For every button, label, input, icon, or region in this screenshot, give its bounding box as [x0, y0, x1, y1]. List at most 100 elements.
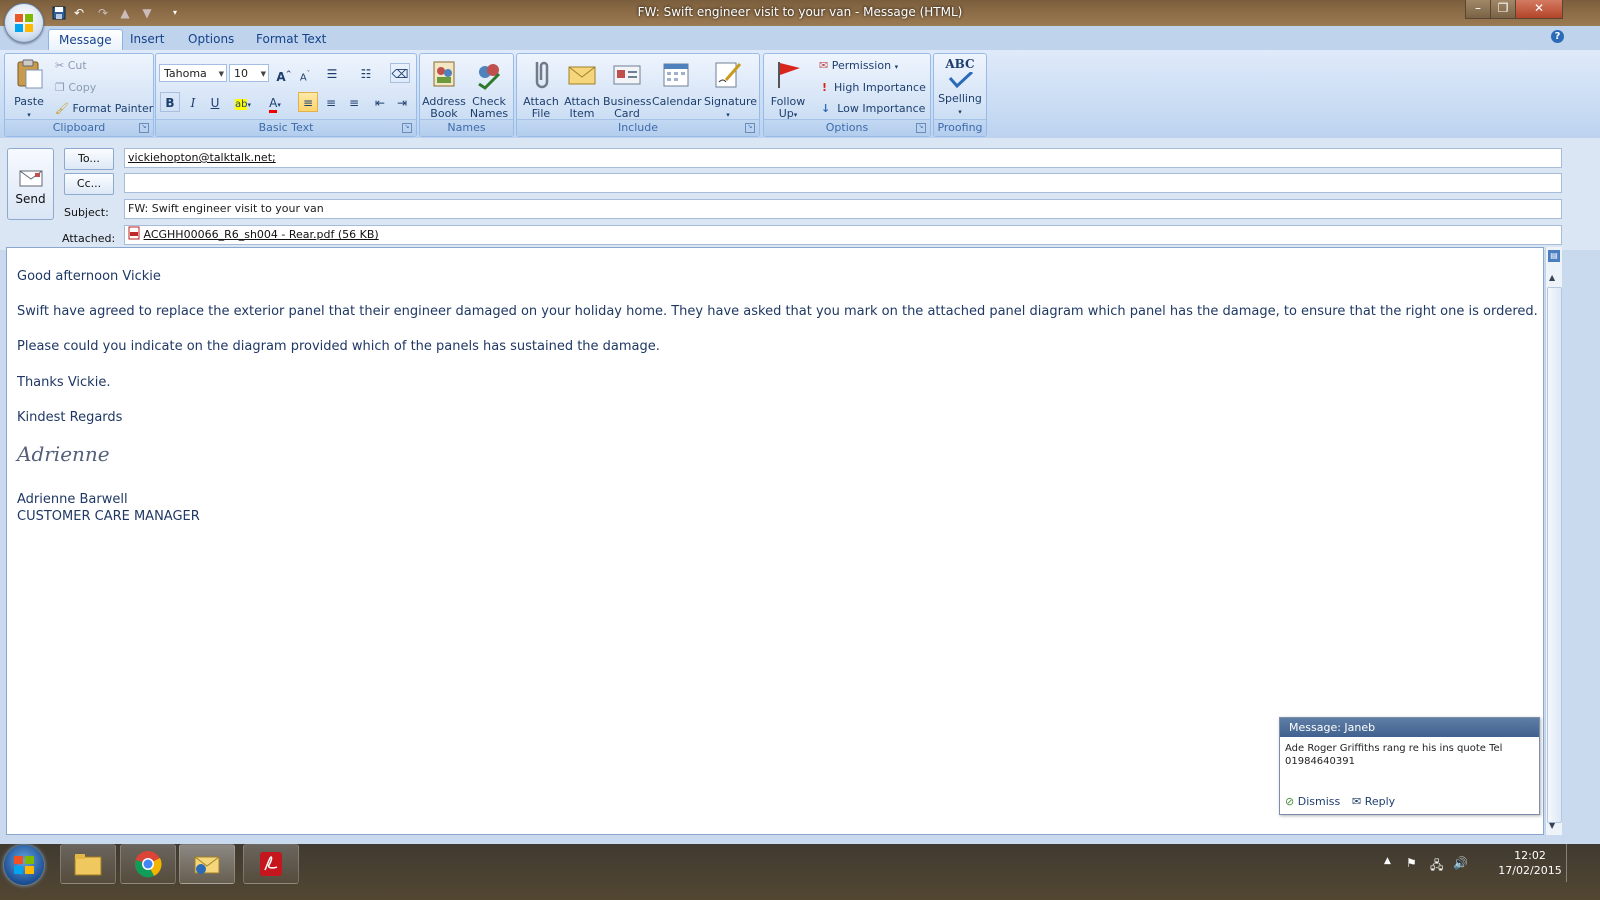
- format-painter-button[interactable]: 🖌 Format Painter: [55, 99, 153, 119]
- signature-label: Signature: [704, 95, 758, 108]
- tab-message[interactable]: Message: [48, 29, 123, 51]
- clear-formatting-icon[interactable]: ⌫: [390, 63, 410, 83]
- adobe-reader-icon: [260, 852, 282, 876]
- network-icon[interactable]: 🖧: [1430, 856, 1443, 877]
- signature-name: Adrienne Barwell: [17, 492, 128, 507]
- redo-icon[interactable]: ↷: [94, 4, 112, 22]
- low-importance-button[interactable]: ↓ Low Importance: [821, 99, 925, 119]
- basic-text-dialog-launcher[interactable]: ↘: [402, 123, 412, 133]
- send-envelope-icon: [19, 170, 42, 187]
- scroll-thumb[interactable]: [1547, 287, 1562, 823]
- increase-indent-icon[interactable]: ⇥: [392, 92, 412, 112]
- shrink-font-icon[interactable]: Aˇ: [295, 63, 315, 83]
- subject-field[interactable]: FW: Swift engineer visit to your van: [124, 199, 1562, 219]
- copy-button[interactable]: ❐ Copy: [55, 78, 96, 98]
- underline-icon[interactable]: U: [205, 92, 225, 112]
- taskbar-adobe-reader[interactable]: [243, 844, 299, 884]
- font-size-select[interactable]: 10 ▼: [229, 64, 269, 82]
- include-dialog-launcher[interactable]: ↘: [745, 123, 755, 133]
- body-scrollbar[interactable]: ▤ ▲ ▼: [1545, 247, 1562, 835]
- align-right-icon[interactable]: ≡: [344, 92, 364, 112]
- low-importance-label: Low Importance: [837, 102, 926, 115]
- grow-font-icon[interactable]: A^: [274, 63, 294, 84]
- align-left-icon[interactable]: ≡: [298, 92, 318, 112]
- align-center-icon[interactable]: ≡: [321, 92, 341, 112]
- send-button[interactable]: Send: [7, 148, 54, 220]
- taskbar: ▲ ⚑ 🖧 🔊 12:02 17/02/2015: [0, 844, 1600, 900]
- undo-icon[interactable]: ↶: [70, 4, 88, 22]
- address-book-button[interactable]: Address Book: [420, 58, 468, 120]
- calendar-label: Calendar: [652, 95, 702, 108]
- bullets-icon[interactable]: ☰: [322, 63, 342, 83]
- action-center-flag-icon[interactable]: ⚑: [1406, 856, 1417, 870]
- clipboard-dialog-launcher[interactable]: ↘: [139, 123, 149, 133]
- attachment-item[interactable]: ACGHH00066_R6_sh004 - Rear.pdf (56 KB): [128, 226, 379, 241]
- taskbar-outlook[interactable]: [179, 844, 235, 884]
- permission-label: Permission: [831, 59, 892, 72]
- permission-button[interactable]: ✉ Permission ▾: [819, 56, 898, 76]
- format-painter-label: Format Painter: [72, 102, 154, 115]
- chrome-icon: [135, 851, 162, 878]
- cc-field[interactable]: [124, 173, 1562, 193]
- tab-format-text[interactable]: Format Text: [246, 29, 336, 50]
- attachment-name: ACGHH00066_R6_sh004 - Rear.pdf (56 KB): [143, 228, 379, 241]
- save-icon[interactable]: [50, 4, 68, 22]
- taskbar-chrome[interactable]: [120, 844, 176, 884]
- envelope-icon: [568, 66, 596, 85]
- cut-button[interactable]: ✂ Cut: [55, 56, 87, 76]
- scroll-up-icon[interactable]: ▲: [1549, 273, 1555, 282]
- restore-button[interactable]: ❐: [1490, 0, 1516, 19]
- customize-toolbar-icon[interactable]: ▾: [166, 4, 184, 22]
- system-clock[interactable]: 12:02 17/02/2015: [1498, 848, 1562, 878]
- high-importance-button[interactable]: ! High Importance: [822, 78, 926, 98]
- minimize-button[interactable]: –: [1465, 0, 1491, 19]
- next-item-icon[interactable]: ▼: [138, 4, 156, 22]
- high-importance-label: High Importance: [834, 81, 926, 94]
- follow-up-button[interactable]: Follow Up▾: [764, 58, 812, 121]
- scroll-down-icon[interactable]: ▼: [1549, 821, 1555, 830]
- office-button[interactable]: [4, 3, 44, 43]
- font-color-icon[interactable]: A▾: [262, 92, 288, 113]
- to-recipient[interactable]: vickiehopton@talktalk.net;: [128, 151, 276, 164]
- volume-icon[interactable]: 🔊: [1453, 856, 1468, 870]
- body-closing: Kindest Regards: [17, 410, 123, 425]
- reply-button[interactable]: ✉ Reply: [1352, 795, 1395, 808]
- tab-insert[interactable]: Insert: [120, 29, 174, 50]
- spelling-button[interactable]: ABC Spelling ▾: [936, 58, 984, 118]
- attach-item-button[interactable]: Attach Item: [558, 58, 606, 120]
- signature-button[interactable]: Signature ▾: [704, 58, 757, 121]
- alert-message[interactable]: Ade Roger Griffiths rang re his ins quot…: [1285, 742, 1535, 768]
- show-desktop-button[interactable]: [1566, 844, 1583, 882]
- check-names-button[interactable]: Check Names: [465, 58, 513, 120]
- highlight-icon[interactable]: ab▾: [230, 92, 256, 112]
- attach-item-label: Attach Item: [564, 95, 600, 120]
- help-icon[interactable]: ?: [1551, 30, 1564, 43]
- taskbar-explorer[interactable]: [60, 844, 116, 884]
- tab-options[interactable]: Options: [178, 29, 244, 50]
- desktop-alert[interactable]: Message: Janeb Ade Roger Griffiths rang …: [1279, 717, 1540, 815]
- to-field[interactable]: vickiehopton@talktalk.net;: [124, 148, 1562, 168]
- ruler-icon[interactable]: ▤: [1548, 250, 1560, 262]
- address-book-icon: [433, 61, 455, 87]
- options-dialog-launcher[interactable]: ↘: [916, 123, 926, 133]
- options-group: Follow Up▾ ✉ Permission ▾ ! High Importa…: [763, 53, 931, 137]
- to-button[interactable]: To...: [64, 148, 114, 170]
- bold-icon[interactable]: B: [160, 92, 180, 112]
- body-greeting: Good afternoon Vickie: [17, 269, 161, 284]
- start-button[interactable]: [4, 845, 44, 885]
- business-card-button[interactable]: Business Card: [603, 58, 652, 120]
- show-hidden-icons[interactable]: ▲: [1384, 856, 1391, 866]
- cc-button[interactable]: Cc...: [64, 173, 114, 195]
- font-name-select[interactable]: Tahoma ▼: [159, 64, 227, 82]
- paste-button[interactable]: Paste ▾: [5, 58, 53, 121]
- spelling-icon: ABC: [944, 58, 976, 90]
- italic-icon[interactable]: I: [183, 92, 203, 112]
- dismiss-button[interactable]: ⊘ Dismiss: [1285, 795, 1340, 808]
- decrease-indent-icon[interactable]: ⇤: [370, 92, 390, 112]
- calendar-button[interactable]: Calendar: [652, 58, 702, 108]
- close-button[interactable]: ✕: [1515, 0, 1563, 19]
- previous-item-icon[interactable]: ▲: [116, 4, 134, 22]
- attached-label: Attached:: [62, 232, 116, 245]
- body-paragraph-3: Thanks Vickie.: [17, 375, 111, 390]
- numbering-icon[interactable]: ☷: [356, 63, 376, 83]
